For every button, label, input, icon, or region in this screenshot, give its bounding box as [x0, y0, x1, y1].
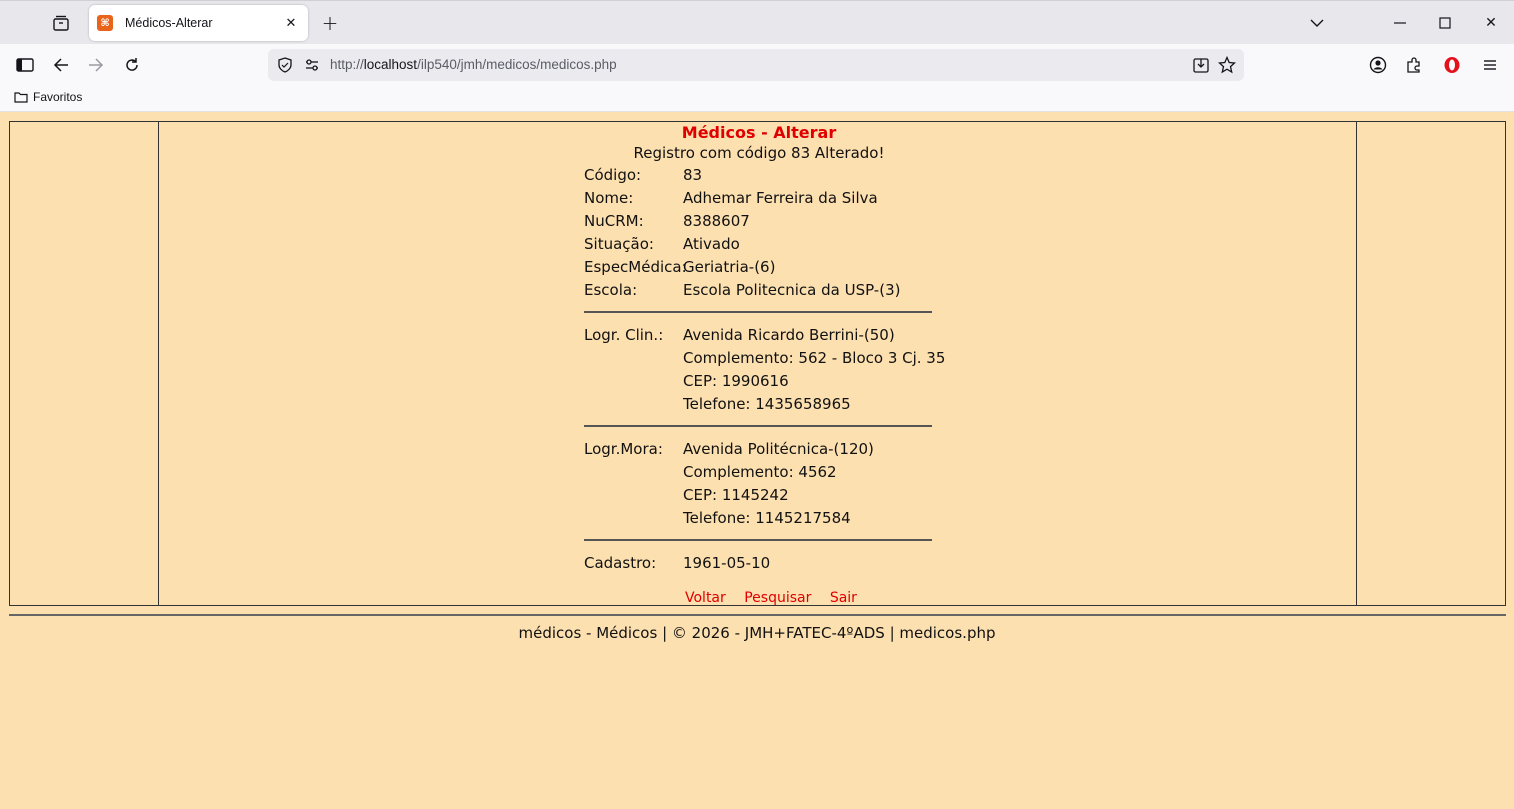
cadastro-value: 1961-05-10 — [683, 554, 771, 572]
sair-link[interactable]: Sair — [830, 590, 857, 606]
field-value: Escola Politecnica da USP-(3) — [683, 281, 901, 299]
url-prefix: http:// — [330, 57, 364, 72]
field-value: Geriatria-(6) — [683, 258, 776, 276]
bookmark-label: Favoritos — [33, 90, 83, 104]
layout-table: Médicos - Alterar Registro com código 83… — [9, 121, 1506, 606]
tab-bar: ⌘ Médicos-Alterar ✕ + ✕ — [0, 0, 1514, 44]
tab-overview-icon[interactable] — [48, 11, 74, 35]
left-column — [10, 122, 159, 605]
clinic-street: Avenida Ricardo Berrini-(50) — [683, 326, 895, 344]
home-street: Avenida Politécnica-(120) — [683, 440, 874, 458]
bookmark-folder-favoritos[interactable]: Favoritos — [14, 90, 82, 104]
voltar-link[interactable]: Voltar — [685, 590, 726, 606]
status-message: Registro com código 83 Alterado! — [633, 144, 885, 162]
pesquisar-link[interactable]: Pesquisar — [744, 590, 811, 606]
action-links: Voltar Pesquisar Sair — [685, 590, 871, 606]
field-label: Código: — [584, 166, 642, 184]
save-to-pocket-icon[interactable] — [1192, 56, 1210, 78]
footer-text: médicos - Médicos | © 2026 - JMH+FATEC-4… — [518, 624, 996, 642]
url-path: /ilp540/jmh/medicos/medicos.php — [417, 57, 617, 72]
clinic-cep: CEP: 1990616 — [683, 372, 789, 390]
shield-icon[interactable] — [277, 57, 293, 77]
close-window-icon[interactable]: ✕ — [1476, 9, 1506, 37]
sidebar-toggle-icon[interactable] — [11, 52, 39, 78]
field-value: 8388607 — [683, 212, 750, 230]
home-cep: CEP: 1145242 — [683, 486, 789, 504]
field-value: 83 — [683, 166, 703, 184]
home-label: Logr.Mora: — [584, 440, 663, 458]
new-tab-icon[interactable]: + — [318, 11, 342, 35]
tab-close-icon[interactable]: ✕ — [282, 14, 300, 32]
account-icon[interactable] — [1364, 52, 1392, 78]
url-host: localhost — [363, 57, 418, 72]
forward-arrow-icon[interactable] — [82, 52, 110, 78]
page-content: Médicos - Alterar Registro com código 83… — [0, 112, 1514, 809]
right-column — [1356, 122, 1505, 605]
clinic-complement: Complemento: 562 - Bloco 3 Cj. 35 — [683, 349, 946, 367]
home-phone: Telefone: 1145217584 — [683, 509, 851, 527]
cadastro-label: Cadastro: — [584, 554, 657, 572]
reload-icon[interactable] — [118, 52, 146, 78]
bookmark-star-icon[interactable] — [1217, 55, 1237, 78]
xampp-favicon-icon: ⌘ — [97, 15, 113, 31]
footer-divider — [9, 614, 1506, 616]
active-tab[interactable]: ⌘ Médicos-Alterar ✕ — [89, 5, 308, 41]
url-text[interactable]: http://localhost/ilp540/jmh/medicos/medi… — [330, 57, 617, 72]
clinic-phone: Telefone: 1435658965 — [683, 395, 851, 413]
divider — [584, 311, 932, 313]
folder-icon — [14, 92, 28, 103]
field-label: EspecMédica: — [584, 258, 687, 276]
back-arrow-icon[interactable] — [47, 52, 75, 78]
maximize-icon[interactable] — [1430, 9, 1460, 37]
extensions-puzzle-icon[interactable] — [1400, 52, 1428, 78]
opera-extension-icon[interactable] — [1438, 52, 1466, 78]
home-complement: Complemento: 4562 — [683, 463, 837, 481]
minimize-icon[interactable] — [1385, 9, 1415, 37]
field-label: Nome: — [584, 189, 634, 207]
field-value: Ativado — [683, 235, 740, 253]
site-info-icon[interactable] — [304, 57, 320, 77]
field-label: Situação: — [584, 235, 654, 253]
tab-title: Médicos-Alterar — [125, 16, 213, 30]
url-bar[interactable]: http://localhost/ilp540/jmh/medicos/medi… — [268, 49, 1244, 81]
navigation-bar: http://localhost/ilp540/jmh/medicos/medi… — [0, 44, 1514, 86]
divider — [584, 425, 932, 427]
hamburger-menu-icon[interactable] — [1476, 52, 1504, 78]
bookmarks-toolbar: Favoritos — [0, 86, 1514, 112]
page-title: Médicos - Alterar — [681, 123, 837, 142]
divider — [584, 539, 932, 541]
field-value: Adhemar Ferreira da Silva — [683, 189, 878, 207]
field-label: NuCRM: — [584, 212, 644, 230]
main-content: Médicos - Alterar Registro com código 83… — [159, 122, 1356, 606]
clinic-label: Logr. Clin.: — [584, 326, 664, 344]
list-all-tabs-icon[interactable] — [1302, 9, 1332, 37]
field-label: Escola: — [584, 281, 638, 299]
